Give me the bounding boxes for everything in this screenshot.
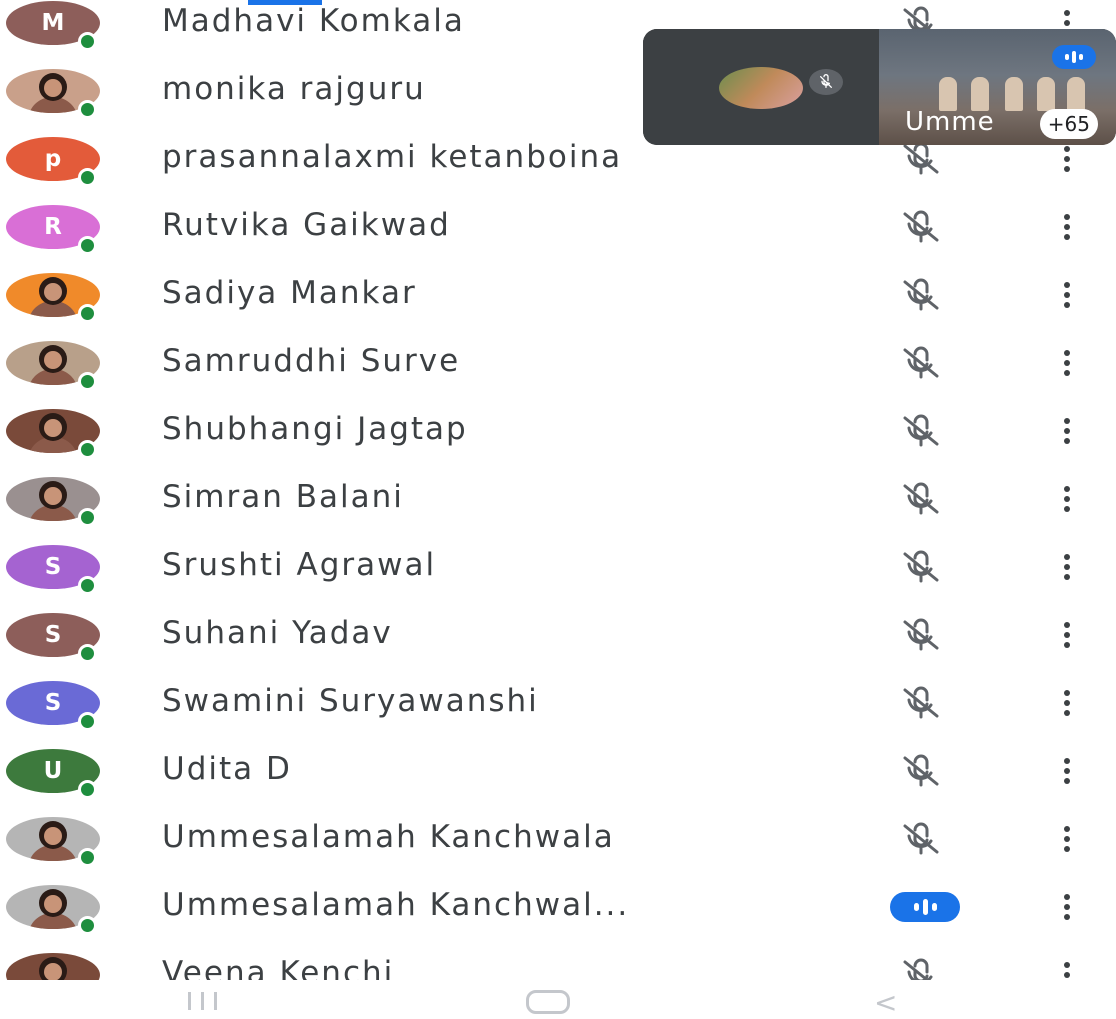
more-vert-icon[interactable] <box>1058 212 1076 242</box>
mic-off-icon <box>893 754 949 788</box>
participant-name: Ummesalamah Kanchwal... <box>162 887 630 923</box>
participant-row[interactable]: Samruddhi Surve <box>0 328 1116 396</box>
participant-name: Sadiya Mankar <box>162 275 417 311</box>
online-status-dot <box>78 508 97 527</box>
online-status-dot <box>78 644 97 663</box>
audio-bars-icon <box>1052 45 1096 69</box>
mic-off-icon <box>893 346 949 380</box>
picture-in-picture-window[interactable]: Umme +65 <box>643 29 1116 145</box>
participant-name: Swamini Suryawanshi <box>162 683 539 719</box>
participant-name: monika rajguru <box>162 71 426 107</box>
online-status-dot <box>78 780 97 799</box>
more-vert-icon[interactable] <box>1058 280 1076 310</box>
online-status-dot <box>78 304 97 323</box>
participant-name: Rutvika Gaikwad <box>162 207 451 243</box>
mic-off-icon <box>893 414 949 448</box>
online-status-dot <box>78 168 97 187</box>
participant-name: Simran Balani <box>162 479 404 515</box>
mic-off-icon <box>893 618 949 652</box>
avatar-initial: p <box>44 146 62 172</box>
more-vert-icon[interactable] <box>1058 552 1076 582</box>
more-vert-icon[interactable] <box>1058 892 1076 922</box>
participant-row[interactable]: S Srushti Agrawal <box>0 532 1116 600</box>
participant-row[interactable]: S Swamini Suryawanshi <box>0 668 1116 736</box>
more-vert-icon[interactable] <box>1058 416 1076 446</box>
more-vert-icon[interactable] <box>1058 620 1076 650</box>
mic-off-icon <box>893 210 949 244</box>
more-vert-icon[interactable] <box>1058 824 1076 854</box>
audio-bars-icon <box>890 892 960 922</box>
avatar-initial: S <box>44 554 62 580</box>
online-status-dot <box>78 712 97 731</box>
pip-self-avatar <box>719 67 803 109</box>
online-status-dot <box>78 372 97 391</box>
more-vert-icon[interactable] <box>1058 484 1076 514</box>
more-vert-icon[interactable] <box>1058 144 1076 174</box>
online-status-dot <box>78 236 97 255</box>
pip-self-tile <box>643 29 879 145</box>
more-vert-icon[interactable] <box>1058 756 1076 786</box>
online-status-dot <box>78 916 97 935</box>
avatar-initial: R <box>44 214 62 240</box>
participant-name: Shubhangi Jagtap <box>162 411 468 447</box>
participant-name: Suhani Yadav <box>162 615 393 651</box>
participant-name: Samruddhi Surve <box>162 343 461 379</box>
mic-off-icon <box>893 686 949 720</box>
participant-row[interactable]: Shubhangi Jagtap <box>0 396 1116 464</box>
participant-row[interactable]: S Suhani Yadav <box>0 600 1116 668</box>
mic-off-icon <box>893 822 949 856</box>
avatar-initial: S <box>44 690 62 716</box>
mic-off-icon <box>809 69 843 95</box>
pip-speaker-video: Umme +65 <box>879 29 1116 145</box>
participant-list: M Madhavi Komkala monika rajguru p prasannal… <box>0 0 1116 1008</box>
system-nav-bar: < <box>0 980 1116 1019</box>
online-status-dot <box>78 440 97 459</box>
participant-row[interactable]: Simran Balani <box>0 464 1116 532</box>
home-icon[interactable] <box>526 990 570 1014</box>
participant-name: Udita D <box>162 751 292 787</box>
online-status-dot <box>78 32 97 51</box>
back-icon[interactable]: < <box>874 986 897 1019</box>
mic-off-icon <box>893 278 949 312</box>
pip-speaker-name: Umme <box>905 107 995 137</box>
mic-off-icon <box>893 142 949 176</box>
online-status-dot <box>78 576 97 595</box>
participant-row[interactable]: Sadiya Mankar <box>0 260 1116 328</box>
avatar-initial: M <box>41 10 65 36</box>
avatar-initial: U <box>43 758 63 784</box>
participant-name: Ummesalamah Kanchwala <box>162 819 615 855</box>
online-status-dot <box>78 848 97 867</box>
avatar-initial: S <box>44 622 62 648</box>
participant-row[interactable]: R Rutvika Gaikwad <box>0 192 1116 260</box>
pip-participant-count: +65 <box>1039 109 1098 139</box>
participant-row[interactable]: Ummesalamah Kanchwala <box>0 804 1116 872</box>
recents-icon[interactable] <box>188 992 224 1012</box>
mic-off-icon <box>893 550 949 584</box>
participant-name: Srushti Agrawal <box>162 547 437 583</box>
participant-row[interactable]: Ummesalamah Kanchwal... <box>0 872 1116 940</box>
online-status-dot <box>78 100 97 119</box>
mic-off-icon <box>893 482 949 516</box>
more-vert-icon[interactable] <box>1058 348 1076 378</box>
participant-row[interactable]: U Udita D <box>0 736 1116 804</box>
participant-name: prasannalaxmi ketanboina <box>162 139 623 175</box>
more-vert-icon[interactable] <box>1058 688 1076 718</box>
participant-name: Madhavi Komkala <box>162 3 465 39</box>
